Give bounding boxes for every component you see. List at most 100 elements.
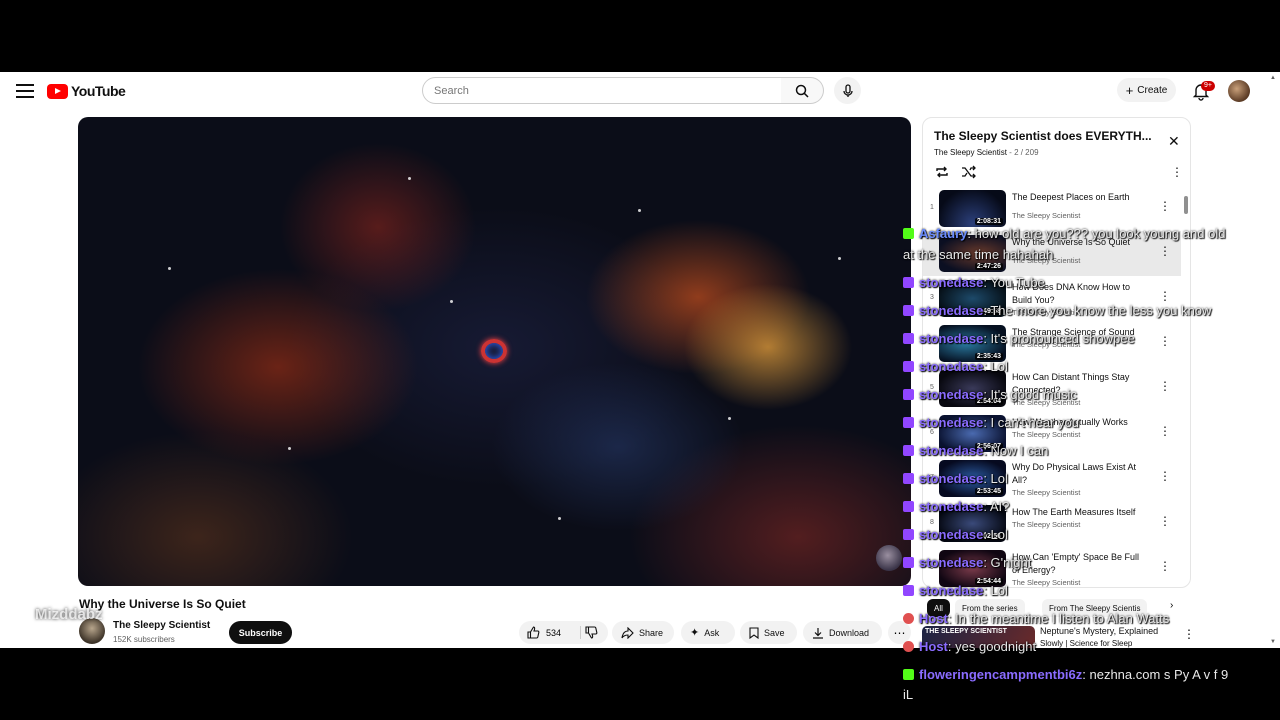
playlist-owner[interactable]: The Sleepy Scientist [934,148,1007,157]
item-duration: 2:53:45 [974,488,1003,495]
playlist-item[interactable]: 3 2:49:58 How Does DNA Know How to Build… [923,276,1181,321]
chip-from-channel[interactable]: From The Sleepy Scientis [1042,599,1148,617]
like-button[interactable]: 534 [527,626,561,639]
search-input[interactable]: Search [422,77,782,104]
chip-all[interactable]: All [927,599,950,617]
download-icon [813,627,823,639]
shuffle-icon[interactable] [961,165,977,179]
item-channel: The Sleepy Scientist [1012,256,1081,265]
bookmark-icon [749,626,759,639]
item-thumbnail: 2:47:26 [939,235,1006,272]
sparkle-icon: ✦ [690,627,700,639]
item-menu-icon[interactable]: ⋮ [1159,559,1171,573]
search-button[interactable] [781,77,824,104]
playlist-scrollbar-thumb[interactable] [1184,196,1188,214]
star [168,267,171,270]
subscribe-button[interactable]: Subscribe [229,621,292,644]
playlist-item[interactable]: 1 2:08:31 The Deepest Places on Earth Th… [923,186,1181,231]
recommended-subtitle: Slowly | Science for Sleep [1040,639,1133,648]
chip-from-series[interactable]: From the series [955,599,1025,617]
ask-button[interactable]: ✦ Ask [681,621,735,644]
scroll-up-icon[interactable]: ▲ [1270,75,1276,81]
item-duration: 2:54:04 [974,398,1003,405]
playlist-item[interactable]: 8 3:02:56 How The Earth Measures Itself … [923,501,1181,546]
save-button[interactable]: Save [740,621,797,644]
item-thumbnail: 2:54:04 [939,370,1006,407]
save-label: Save [764,627,785,638]
page-scrollbar[interactable]: ▲ ▼ [1270,75,1278,645]
download-button[interactable]: Download [803,621,882,644]
item-title: How Can Distant Things Stay Connected? [1012,372,1130,395]
item-title: How Weather Actually Works [1012,417,1128,427]
item-title: How Can 'Empty' Space Be Full of Energy? [1012,552,1139,575]
item-menu-icon[interactable]: ⋮ [1159,379,1171,393]
playlist-title[interactable]: The Sleepy Scientist does EVERYTH... [934,129,1154,143]
kick-icon [903,669,914,680]
logo-text: YouTube [71,83,126,99]
item-channel: The Sleepy Scientist [1012,398,1081,407]
create-button[interactable]: + Create [1117,78,1176,102]
channel-name[interactable]: The Sleepy Scientist [113,620,210,631]
watermark-text: Mizddabz [35,606,103,623]
star [408,177,411,180]
item-thumbnail: 2:54:44 [939,550,1006,587]
menu-icon[interactable] [16,84,34,98]
subscriber-count: 152K subscribers [113,635,175,644]
item-menu-icon[interactable]: ⋮ [1159,469,1171,483]
chat-line: floweringencampmentbi6z: nezhna.com s Py… [903,665,1228,684]
playlist-item[interactable]: 9 2:54:44 How Can 'Empty' Space Be Full … [923,546,1181,587]
item-thumbnail: 2:53:45 [939,460,1006,497]
item-thumbnail: 2:35:43 [939,325,1006,362]
scroll-down-icon[interactable]: ▼ [1270,639,1276,645]
item-channel: The Sleepy Scientist [1012,488,1081,497]
item-channel: The Sleepy Scientist [1012,520,1081,529]
item-thumbnail: 2:08:31 [939,190,1006,227]
star [728,417,731,420]
playlist-item[interactable]: 5 2:54:04 How Can Distant Things Stay Co… [923,366,1181,411]
loop-icon[interactable] [934,165,950,179]
item-thumbnail: 2:56:07 [939,415,1006,452]
more-actions-button[interactable]: ⋯ [888,621,911,644]
playlist-item[interactable]: 7 2:53:45 Why Do Physical Laws Exist At … [923,456,1181,501]
streamer-avatar [876,545,902,571]
item-index: 6 [930,429,934,436]
item-menu-icon[interactable]: ⋮ [1159,199,1171,213]
search-icon [795,84,809,98]
item-menu-icon[interactable]: ⋮ [1159,514,1171,528]
dislike-button[interactable] [585,626,598,644]
item-duration: 2:49:58 [974,308,1003,315]
playlist-item-current[interactable]: ▶ 2:47:26 Why the Universe Is So Quiet T… [923,231,1181,276]
account-avatar[interactable] [1228,80,1250,102]
recommended-title[interactable]: Neptune's Mystery, Explained [1040,626,1158,636]
item-menu-icon[interactable]: ⋮ [1159,424,1171,438]
item-menu-icon[interactable]: ⋮ [1159,244,1171,258]
item-index: 4 [930,339,934,346]
chevron-right-icon[interactable]: › [1170,600,1173,611]
item-duration: 2:56:07 [974,443,1003,450]
close-playlist-icon[interactable]: ✕ [1168,133,1180,150]
video-player[interactable] [78,117,911,586]
playlist-item[interactable]: 4 2:35:43 The Strange Science of Sound T… [923,321,1181,366]
star [288,447,291,450]
item-index: 5 [930,384,934,391]
playlist-menu-icon[interactable]: ⋮ [1171,165,1183,179]
share-button[interactable]: Share [612,621,674,644]
playlist-position: 2 / 209 [1014,148,1039,157]
playlist-subtitle: The Sleepy Scientist - 2 / 209 [934,148,1039,157]
playlist-item[interactable]: 6 2:56:07 How Weather Actually Works The… [923,411,1181,456]
chat-message: nezhna.com s Py A v f 9 [1089,667,1229,682]
voice-search-button[interactable] [834,77,861,104]
share-icon [621,626,634,639]
helix-nebula [481,339,507,363]
item-duration: 3:02:56 [974,533,1003,540]
recommended-thumbnail[interactable]: THE SLEEPY SCIENTIST [922,626,1035,648]
playlist-scrollbar[interactable] [1184,196,1188,576]
recommended-menu-icon[interactable]: ⋮ [1183,627,1195,641]
item-duration: 2:35:43 [974,353,1003,360]
item-menu-icon[interactable]: ⋮ [1159,289,1171,303]
item-title: Why Do Physical Laws Exist At All? [1012,462,1137,485]
youtube-play-icon [47,83,68,99]
youtube-logo[interactable]: YouTube [47,83,126,99]
create-label: Create [1137,84,1168,96]
item-menu-icon[interactable]: ⋮ [1159,334,1171,348]
